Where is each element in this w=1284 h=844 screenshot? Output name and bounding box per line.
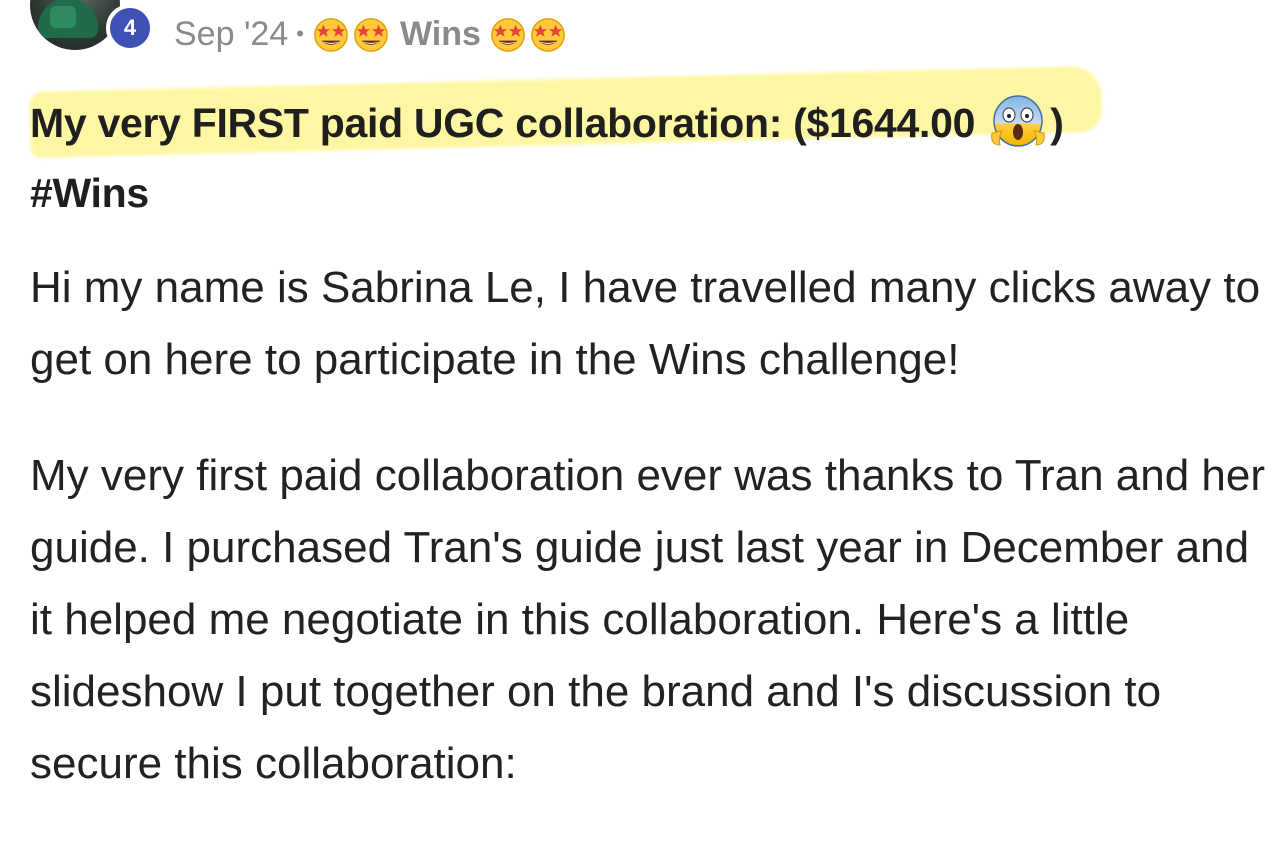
post-hashtag[interactable]: #Wins: [30, 170, 149, 216]
post-title-block[interactable]: My very FIRST paid UGC collaboration: ($…: [29, 65, 1260, 228]
post-paragraph: My very first paid collaboration ever wa…: [30, 451, 1266, 788]
title-close-paren: ): [1050, 100, 1064, 146]
star-struck-icon: [314, 18, 348, 52]
post-title[interactable]: My very FIRST paid UGC collaboration: ($…: [30, 88, 1260, 228]
star-struck-icon: [531, 18, 565, 52]
level-badge: 4: [106, 4, 154, 52]
post-body: Hi my name is Sabrina Le, I have travell…: [30, 252, 1270, 844]
category-label[interactable]: Wins: [400, 15, 481, 54]
star-struck-icon: [354, 18, 388, 52]
author-avatar-group[interactable]: 4: [30, 0, 160, 64]
post-meta-row: Sep '24 • Wins: [174, 12, 569, 56]
post-date[interactable]: Sep '24: [174, 15, 288, 54]
post-paragraph: Hi my name is Sabrina Le, I have travell…: [30, 263, 1261, 384]
title-text: My very FIRST paid UGC collaboration: ($…: [30, 100, 976, 146]
meta-separator: •: [296, 21, 304, 46]
level-number: 4: [123, 15, 137, 40]
star-struck-icon: [491, 18, 525, 52]
face-screaming-in-fear-icon: [991, 95, 1046, 147]
avatar-shirt-detail: [50, 6, 76, 28]
